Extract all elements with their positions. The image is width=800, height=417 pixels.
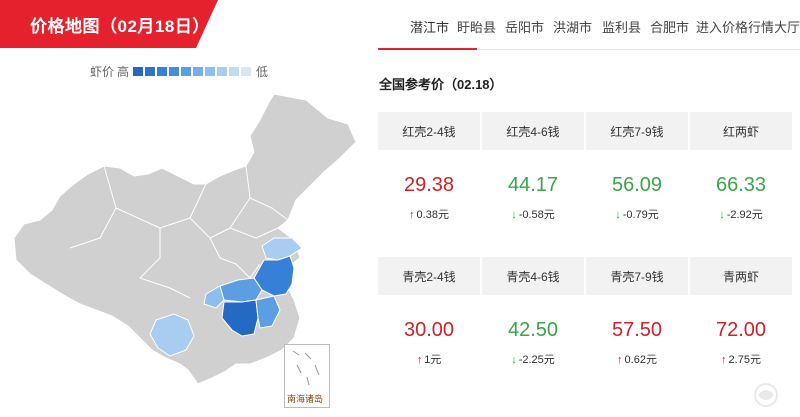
price-card-change: ↓ -0.79元 <box>586 206 688 222</box>
change-arrow-icon: ↑ <box>617 354 623 366</box>
tab-honghu[interactable]: 洪湖市 <box>553 17 592 36</box>
legend-swatch <box>157 66 168 76</box>
price-card-name: 青壳2-4钱 <box>378 257 480 295</box>
legend-low-label: 低 <box>256 64 269 79</box>
change-arrow-icon: ↑ <box>409 209 415 221</box>
price-card-change: ↑ 1元 <box>378 351 480 367</box>
price-card[interactable]: 青壳4-6钱 42.50 ↓ -2.25元 <box>482 257 584 397</box>
price-card-change: ↑ 2.75元 <box>690 351 792 367</box>
inset-label: 南海诸岛 <box>287 394 324 404</box>
page-title: 价格地图（02月18日） <box>30 17 210 36</box>
tab-hefei[interactable]: 合肥市 <box>650 17 689 36</box>
price-card-name: 青两虾 <box>690 257 792 295</box>
change-arrow-icon: ↓ <box>719 209 725 221</box>
price-card[interactable]: 青壳2-4钱 30.00 ↑ 1元 <box>378 257 480 397</box>
price-card-change-text: -2.92元 <box>726 209 763 221</box>
price-card-value: 42.50 <box>507 319 559 341</box>
price-card-name: 红壳2-4钱 <box>378 112 480 150</box>
price-card-name: 红两虾 <box>690 112 792 150</box>
tab-yueyang[interactable]: 岳阳市 <box>505 17 544 36</box>
tab-price-hall[interactable]: 进入价格行情大厅 <box>696 17 800 36</box>
price-card-change: ↑ 0.62元 <box>586 351 688 367</box>
change-arrow-icon: ↑ <box>416 354 423 366</box>
tab-qianjiang[interactable]: 潜江市 <box>410 17 449 36</box>
price-card-change: ↓ -0.58元 <box>482 206 584 222</box>
header-title-ribbon: 价格地图（02月18日） <box>0 0 218 48</box>
price-card-name: 红壳7-9钱 <box>586 112 688 150</box>
price-card-value: 72.00 <box>715 319 767 341</box>
legend-swatch <box>205 66 216 76</box>
change-arrow-icon: ↓ <box>511 354 517 366</box>
change-arrow-icon: ↓ <box>511 209 517 221</box>
price-card[interactable]: 红壳7-9钱 56.09 ↓ -0.79元 <box>586 112 688 252</box>
price-card[interactable]: 红壳2-4钱 29.38 ↑ 0.38元 <box>378 112 480 252</box>
price-card-change-text: -2.25元 <box>518 354 555 366</box>
price-card-name: 青壳7-9钱 <box>586 257 688 295</box>
legend-swatch <box>181 66 192 76</box>
legend-swatch <box>229 66 240 76</box>
legend-swatch <box>169 66 180 76</box>
price-legend: 虾价 高 低 <box>90 64 269 79</box>
legend-swatch <box>241 66 252 76</box>
change-arrow-icon: ↓ <box>615 209 621 221</box>
green-shell-price-grid: 青壳2-4钱 30.00 ↑ 1元 青壳4-6钱 42.50 ↓ -2.25元 青壳… <box>378 257 792 397</box>
legend-swatch <box>217 66 228 76</box>
city-nav: 潜江市 盱眙县 岳阳市 洪湖市 监利县 合肥市 进入价格行情大厅 <box>378 0 800 50</box>
price-card-value: 66.33 <box>715 174 767 196</box>
change-arrow-icon: ↑ <box>721 354 727 366</box>
active-tab-indicator <box>378 48 477 50</box>
price-card[interactable]: 青壳7-9钱 57.50 ↑ 0.62元 <box>586 257 688 397</box>
price-card-value: 30.00 <box>403 319 455 341</box>
reference-price-title: 全国参考价（02.18） <box>379 77 503 92</box>
price-card-change-text: 0.38元 <box>416 209 449 221</box>
tab-xuyi[interactable]: 盱眙县 <box>457 17 496 36</box>
watermark-logo-icon <box>754 383 778 407</box>
price-card-change-text: 0.62元 <box>624 354 657 366</box>
price-card-name: 红壳4-6钱 <box>482 112 584 150</box>
price-card-value: 29.38 <box>403 174 455 196</box>
price-card-change-text: 2.75元 <box>728 354 761 366</box>
price-card-name: 青壳4-6钱 <box>482 257 584 295</box>
price-map-page: { "header": { "title": "价格地图（02月18日）", "… <box>0 0 800 417</box>
legend-swatch <box>145 66 156 76</box>
south-china-sea-inset: 南海诸岛 <box>284 344 330 408</box>
legend-swatches <box>133 66 253 76</box>
price-card-value: 56.09 <box>611 174 663 196</box>
price-card-value: 57.50 <box>611 319 663 341</box>
price-card[interactable]: 青两虾 72.00 ↑ 2.75元 <box>690 257 792 397</box>
price-card-change: ↓ -2.25元 <box>482 351 584 367</box>
price-card[interactable]: 红两虾 66.33 ↓ -2.92元 <box>690 112 792 252</box>
price-card-change-text: -0.79元 <box>622 209 659 221</box>
price-card-change-text: 1元 <box>424 354 442 366</box>
price-card-change: ↑ 0.38元 <box>378 206 480 222</box>
inset-islands <box>292 350 320 386</box>
price-card-change-text: -0.58元 <box>518 209 555 221</box>
price-card[interactable]: 红壳4-6钱 44.17 ↓ -0.58元 <box>482 112 584 252</box>
legend-swatch <box>133 66 144 76</box>
tab-jianli[interactable]: 监利县 <box>602 17 641 36</box>
price-card-value: 44.17 <box>507 174 559 196</box>
red-shell-price-grid: 红壳2-4钱 29.38 ↑ 0.38元 红壳4-6钱 44.17 ↓ -0.58元… <box>378 112 792 252</box>
legend-prefix: 虾价 <box>90 64 115 79</box>
legend-high-label: 高 <box>117 64 130 79</box>
legend-swatch <box>193 66 204 76</box>
price-card-change: ↓ -2.92元 <box>690 206 792 222</box>
